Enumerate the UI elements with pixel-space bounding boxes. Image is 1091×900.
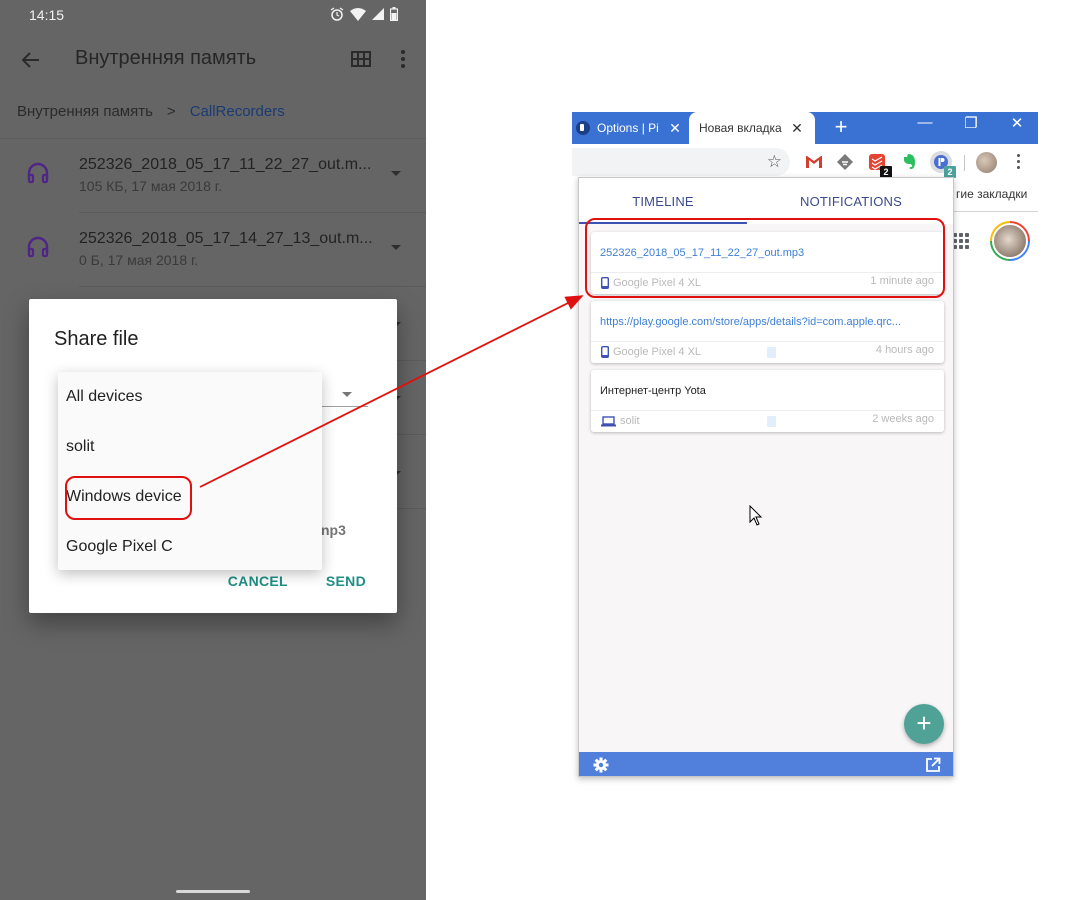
tab-new-tab[interactable]: Новая вкладка ✕ (689, 112, 815, 144)
grid-view-button[interactable] (349, 47, 373, 71)
trash-icon[interactable] (767, 347, 776, 358)
minimize-button[interactable]: — (902, 114, 948, 140)
timeline-item[interactable]: https://play.google.com/store/apps/detai… (591, 301, 944, 363)
feedly-icon (837, 154, 853, 170)
divider (591, 410, 944, 411)
cancel-button[interactable]: CANCEL (228, 573, 288, 589)
gmail-icon (806, 156, 822, 168)
bookmarks-bar-divider (944, 211, 1038, 212)
back-arrow-icon (21, 52, 39, 68)
close-window-button[interactable]: ✕ (994, 114, 1040, 140)
item-device: solit (601, 415, 640, 427)
item-time: 4 hours ago (875, 344, 934, 356)
headphones-icon (27, 162, 49, 184)
phone-icon (601, 346, 609, 358)
android-screen: 14:15 Внутренняя память Внутренняя памят… (0, 0, 426, 900)
breadcrumb-item-internal-storage[interactable]: Внутренняя память (17, 103, 153, 120)
send-button[interactable]: SEND (326, 573, 366, 589)
gesture-nav-handle[interactable] (176, 890, 250, 893)
menu-item-all-devices[interactable]: All devices (58, 372, 322, 422)
toolbar-separator (964, 155, 965, 171)
address-bar[interactable]: ☆ (572, 148, 790, 176)
wifi-icon (350, 7, 366, 21)
battery-icon (390, 7, 398, 21)
device-name: Google Pixel 4 XL (613, 346, 702, 358)
item-title: Интернет-центр Yota (600, 385, 706, 397)
app-title: Внутренняя память (75, 47, 257, 69)
account-avatar[interactable] (990, 221, 1030, 261)
more-options-button[interactable] (391, 47, 415, 71)
tab-options[interactable]: Options | Pi ✕ (572, 112, 686, 144)
gmail-extension-button[interactable] (804, 152, 824, 172)
alarm-icon (330, 7, 344, 21)
device-dropdown-arrow-icon[interactable] (342, 392, 352, 397)
menu-item-google-pixel-c[interactable]: Google Pixel C (58, 522, 322, 572)
file-name: 252326_2018_05_17_14_27_13_out.m... (79, 230, 373, 247)
popup-footer (579, 752, 953, 776)
new-tab-button[interactable]: + (829, 116, 853, 140)
item-device: Google Pixel 4 XL (601, 346, 701, 358)
timeline-item[interactable]: Интернет-центр Yota solit 2 weeks ago (591, 370, 944, 432)
tab-close-icon[interactable]: ✕ (667, 120, 683, 137)
trash-icon[interactable] (767, 416, 776, 427)
add-push-button[interactable]: + (904, 704, 944, 744)
browser-tabstrip: Options | Pi ✕ Новая вкладка ✕ + — ❐ ✕ (572, 112, 1038, 144)
feedly-extension-button[interactable] (835, 152, 855, 172)
breadcrumb: Внутренняя память > CallRecorders (17, 103, 285, 120)
profile-avatar[interactable] (976, 152, 997, 173)
chrome-menu-button[interactable] (1012, 152, 1024, 172)
back-button[interactable] (16, 46, 44, 74)
expand-arrow-icon[interactable] (391, 245, 401, 250)
highlight-windows-device (65, 476, 192, 520)
breadcrumb-separator: > (166, 103, 176, 120)
file-name: 252326_2018_05_17_11_22_27_out.m... (79, 156, 372, 173)
highlight-received-file (585, 218, 945, 298)
tab-close-icon[interactable]: ✕ (789, 120, 805, 137)
pushbullet-extension-button[interactable]: 2 (930, 151, 956, 178)
restore-button[interactable]: ❐ (948, 114, 994, 140)
bookmark-star-icon[interactable]: ☆ (767, 153, 782, 171)
open-in-new-icon[interactable] (925, 757, 941, 773)
item-title-link[interactable]: https://play.google.com/store/apps/detai… (600, 316, 935, 328)
other-bookmarks-label[interactable]: гие закладки (956, 187, 1027, 201)
device-dropdown-menu: All devices solit Windows device Google … (58, 372, 322, 570)
more-vert-icon (401, 50, 405, 68)
browser-toolbar: ☆ 2 2 (572, 144, 1038, 180)
device-dropdown-underline (314, 406, 368, 407)
google-apps-icon[interactable] (953, 233, 969, 249)
file-meta: 0 Б, 17 мая 2018 г. (79, 252, 199, 268)
filename-fragment: np3 (321, 522, 346, 538)
expand-arrow-icon[interactable] (391, 171, 401, 176)
tab-label: Options | Pi (597, 121, 659, 135)
divider (591, 341, 944, 342)
device-name: solit (620, 415, 640, 427)
signal-icon (372, 8, 384, 20)
status-time: 14:15 (29, 7, 65, 23)
app-bar: Внутренняя память (0, 32, 426, 88)
headphones-icon (27, 236, 49, 258)
status-bar: 14:15 (0, 0, 426, 32)
file-list-item[interactable]: 252326_2018_05_17_14_27_13_out.m... 0 Б,… (0, 213, 426, 287)
breadcrumb-item-callrecorders[interactable]: CallRecorders (190, 103, 285, 120)
dialog-title: Share file (54, 328, 139, 350)
evernote-extension-button[interactable] (899, 152, 919, 172)
file-meta: 105 КБ, 17 мая 2018 г. (79, 178, 223, 194)
tab-label: Новая вкладка (699, 121, 782, 135)
todoist-extension-button[interactable]: 2 (867, 152, 892, 178)
mouse-cursor-icon (749, 505, 763, 526)
file-list-item[interactable]: 252326_2018_05_17_11_22_27_out.m... 105 … (0, 139, 426, 213)
grid-view-icon (351, 51, 371, 67)
pushbullet-favicon-icon (576, 121, 590, 135)
menu-item-solit[interactable]: solit (58, 422, 322, 472)
settings-icon[interactable] (593, 757, 609, 773)
laptop-icon (601, 415, 616, 426)
evernote-icon (904, 154, 915, 169)
item-time: 2 weeks ago (872, 413, 934, 425)
